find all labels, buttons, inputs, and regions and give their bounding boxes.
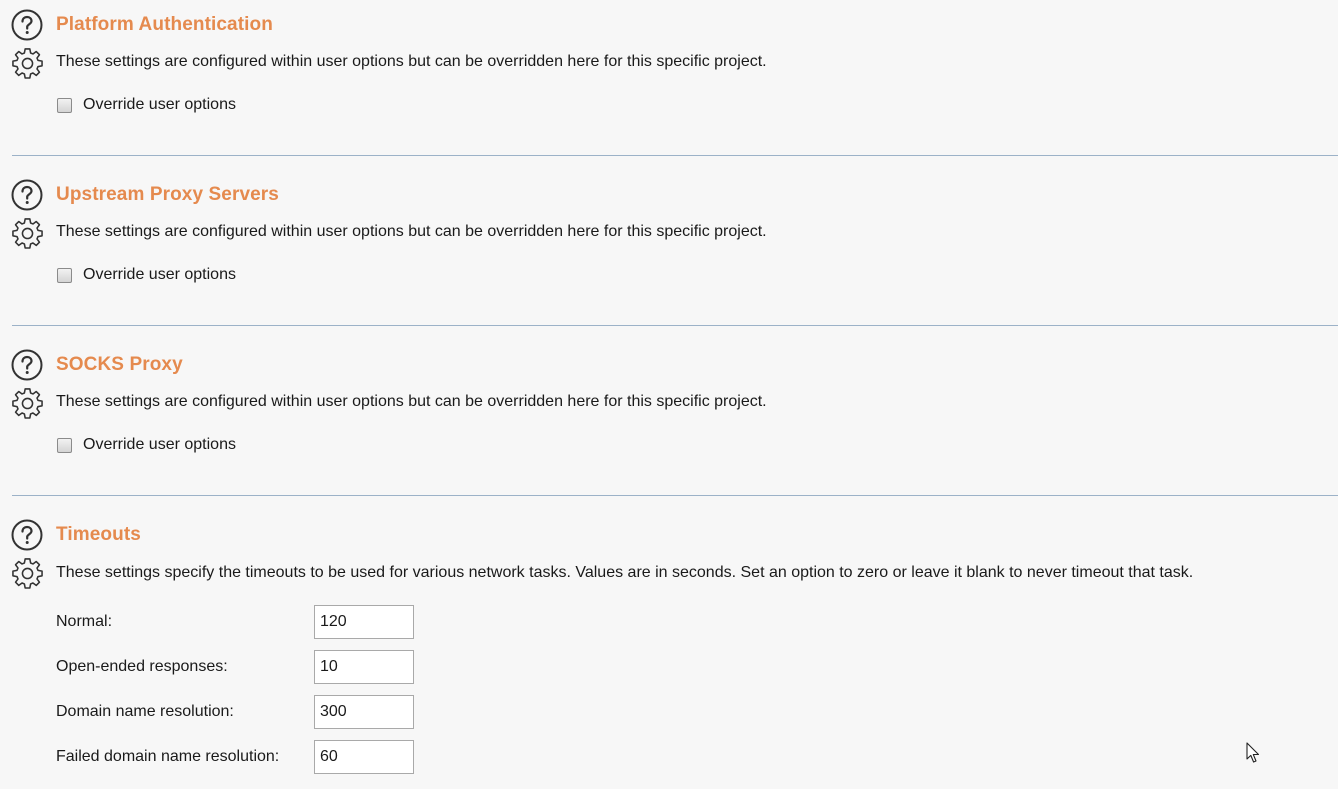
section-divider <box>12 495 1338 496</box>
help-icon[interactable] <box>11 519 43 551</box>
help-icon[interactable] <box>11 9 43 41</box>
gear-icon[interactable] <box>11 386 44 419</box>
failed-domain-name-resolution-input[interactable]: 60 <box>314 740 414 774</box>
normal-timeout-input[interactable]: 120 <box>314 605 414 639</box>
section-divider <box>12 155 1338 156</box>
open-ended-responses-label: Open-ended responses: <box>56 658 228 675</box>
override-user-options-label: Override user options <box>83 436 236 453</box>
domain-name-resolution-label: Domain name resolution: <box>56 703 234 720</box>
override-user-options-checkbox[interactable] <box>57 97 72 113</box>
section-description: These settings are configured within use… <box>56 393 767 410</box>
section-divider <box>12 325 1338 326</box>
section-description: These settings are configured within use… <box>56 53 767 70</box>
normal-timeout-label: Normal: <box>56 613 113 630</box>
gear-icon[interactable] <box>11 46 44 79</box>
gear-icon[interactable] <box>11 556 44 589</box>
section-title: Upstream Proxy Servers <box>56 184 279 205</box>
section-title: SOCKS Proxy <box>56 354 183 375</box>
mouse-pointer-icon <box>1246 742 1260 763</box>
override-user-options-checkbox[interactable] <box>57 267 72 283</box>
help-icon[interactable] <box>11 349 43 381</box>
section-title: Timeouts <box>56 524 141 545</box>
override-user-options-checkbox[interactable] <box>57 437 72 453</box>
gear-icon[interactable] <box>11 216 44 249</box>
override-user-options-option[interactable]: Override user options <box>57 435 236 455</box>
override-user-options-label: Override user options <box>83 266 236 283</box>
override-user-options-option[interactable]: Override user options <box>57 265 236 285</box>
failed-domain-name-resolution-label: Failed domain name resolution: <box>56 748 280 765</box>
help-icon[interactable] <box>11 179 43 211</box>
section-description: These settings specify the timeouts to b… <box>56 564 1194 581</box>
open-ended-responses-input[interactable]: 10 <box>314 650 414 684</box>
domain-name-resolution-input[interactable]: 300 <box>314 695 414 729</box>
override-user-options-option[interactable]: Override user options <box>57 95 236 115</box>
section-title: Platform Authentication <box>56 14 273 35</box>
override-user-options-label: Override user options <box>83 96 236 113</box>
section-description: These settings are configured within use… <box>56 223 767 240</box>
